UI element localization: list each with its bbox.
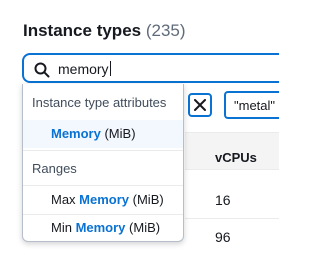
option-memory[interactable]: Memory (MiB) <box>23 120 183 148</box>
search-input-value: memory <box>58 61 111 77</box>
table-row-divider <box>185 218 279 219</box>
table-cell: 16 <box>215 192 231 208</box>
page-title: Instance types (235) <box>23 21 186 41</box>
autosuggest-dropdown: Instance type attributes Memory (MiB) Ra… <box>22 84 184 242</box>
group-divider <box>23 150 183 151</box>
instance-types-panel: Instance types (235) "metal" vCPUs 16 96… <box>0 0 279 254</box>
column-header-vcpus[interactable]: vCPUs <box>215 150 257 165</box>
group-label-attributes: Instance type attributes <box>32 95 167 110</box>
search-input[interactable]: memory <box>22 53 279 83</box>
search-icon <box>34 62 50 78</box>
filter-token[interactable]: "metal" <box>224 91 279 119</box>
option-min-memory[interactable]: Min Memory (MiB) <box>23 214 183 241</box>
table-cell: 96 <box>215 229 231 245</box>
instance-count: (235) <box>145 21 186 40</box>
text-caret <box>109 61 111 76</box>
option-max-memory[interactable]: Max Memory (MiB) <box>23 186 183 214</box>
clear-filter-button[interactable] <box>188 93 212 117</box>
filter-token-label: "metal" <box>234 98 276 113</box>
group-label-ranges: Ranges <box>32 161 77 176</box>
page-title-text: Instance types <box>23 21 142 40</box>
close-icon <box>194 99 206 111</box>
